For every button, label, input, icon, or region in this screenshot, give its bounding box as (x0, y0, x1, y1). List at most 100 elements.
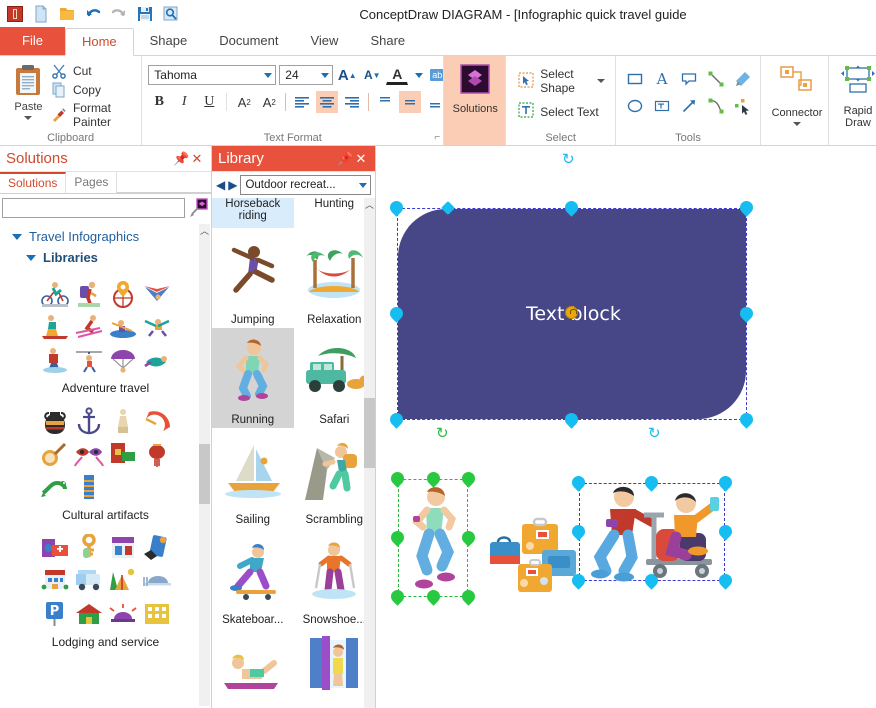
redo-icon[interactable] (110, 5, 128, 23)
menu-tab-share[interactable]: Share (354, 27, 421, 55)
library-panel: Library 📌 ✕ ◀ ▶ Outdoor recreat... Horse… (212, 146, 376, 708)
library-item-sailing[interactable]: Sailing (212, 428, 294, 528)
paste-button[interactable]: Paste (6, 61, 51, 120)
rotate-handle[interactable]: ↻ (648, 426, 661, 441)
tab-pages[interactable]: Pages (66, 172, 118, 193)
superscript-button[interactable]: A2 (233, 91, 255, 113)
line-tool-icon[interactable] (703, 66, 729, 92)
rectangle-tool-icon[interactable] (622, 66, 648, 92)
tab-solutions[interactable]: Solutions (0, 172, 67, 193)
text-tool-icon[interactable]: A (649, 66, 675, 92)
pin-icon[interactable]: 📌 (337, 151, 353, 167)
font-color-button[interactable]: A (386, 65, 409, 85)
arrow-tool-icon[interactable] (676, 93, 702, 119)
connector-button[interactable]: Connector (767, 58, 827, 130)
luggage-image[interactable] (488, 516, 583, 599)
library-item-safari[interactable]: Safari (294, 328, 376, 428)
solutions-button[interactable]: Solutions (444, 56, 507, 145)
library-item-horseback-riding[interactable]: Horseback riding (212, 198, 294, 228)
library-select[interactable]: Outdoor recreat... (240, 175, 371, 195)
chevron-down-icon[interactable] (12, 233, 22, 240)
tree-item-travel-infographics[interactable]: Travel Infographics (0, 226, 211, 247)
menu-tab-home[interactable]: Home (64, 28, 134, 56)
solutions-scrollbar[interactable]: ︿ (199, 224, 210, 706)
select-shape-button[interactable]: Select Shape (518, 67, 605, 95)
menu-tab-file[interactable]: File (0, 27, 65, 55)
align-middle-button[interactable] (399, 91, 422, 113)
copy-button[interactable]: Copy (51, 82, 135, 98)
library-item-solarium[interactable] (294, 628, 376, 704)
undo-icon[interactable] (84, 5, 102, 23)
camper-van-icon (74, 567, 104, 598)
library-item-skateboarding[interactable]: Skateboar... (212, 528, 294, 628)
library-thumbnail-adventure-travel[interactable]: Adventure travel (0, 280, 211, 395)
pin-icon[interactable]: 📌 (173, 151, 189, 167)
solutions-search-input[interactable] (2, 198, 185, 218)
scroll-up-icon[interactable]: ︿ (199, 224, 210, 237)
chevron-down-icon[interactable] (597, 79, 605, 83)
rotate-handle[interactable]: ↻ (562, 152, 575, 167)
align-center-button[interactable] (316, 91, 339, 113)
chevron-down-icon[interactable] (24, 116, 33, 120)
rapid-draw-button[interactable]: Rapid Draw (835, 58, 876, 130)
scrollbar-thumb[interactable] (364, 398, 375, 468)
ellipse-tool-icon[interactable] (622, 93, 648, 119)
library-next-button[interactable]: ▶ (228, 178, 237, 192)
ribbon-group-rapid-draw: Rapid Draw (828, 56, 876, 145)
library-item-sunbathing[interactable] (212, 628, 294, 704)
pen-tool-icon[interactable] (730, 66, 756, 92)
grow-font-button[interactable]: A ▲ (336, 64, 358, 86)
align-top-button[interactable] (374, 91, 396, 113)
chevron-down-icon[interactable] (26, 254, 36, 261)
close-icon[interactable]: ✕ (353, 151, 369, 167)
subscript-button[interactable]: A2 (258, 91, 280, 113)
open-folder-icon[interactable] (58, 5, 76, 23)
scroll-up-icon[interactable]: ︿ (364, 198, 375, 211)
pointer-tool-icon[interactable] (730, 93, 756, 119)
library-item-scrambling[interactable]: Scrambling (294, 428, 376, 528)
app-icon[interactable] (6, 5, 24, 23)
tree-item-libraries[interactable]: Libraries (0, 247, 211, 268)
library-item-relaxation[interactable]: Relaxation (294, 228, 376, 328)
library-thumbnail-lodging-and-service[interactable]: P Lodging and service (0, 533, 211, 649)
scrollbar-thumb[interactable] (199, 444, 210, 504)
textbox-tool-icon[interactable] (649, 93, 675, 119)
cut-button[interactable]: Cut (51, 63, 135, 79)
shrink-font-button[interactable]: A ▼ (361, 64, 383, 86)
font-size-select[interactable]: 24 (279, 65, 334, 85)
library-scrollbar[interactable]: ︿ (364, 198, 375, 708)
font-family-select[interactable]: Tahoma (148, 65, 277, 85)
search-solutions-button[interactable] (187, 197, 209, 219)
menu-tab-document[interactable]: Document (203, 27, 294, 55)
library-item-hunting[interactable]: Hunting (294, 198, 376, 228)
close-icon[interactable]: ✕ (189, 151, 205, 167)
underline-button[interactable]: U (198, 91, 220, 113)
select-text-button[interactable]: Select Text (518, 102, 605, 121)
text-format-dialog-launcher[interactable]: ⌐ (434, 132, 440, 143)
menu-tab-shape[interactable]: Shape (134, 27, 204, 55)
runner-image[interactable] (402, 484, 464, 597)
curve-tool-icon[interactable] (703, 93, 729, 119)
canvas[interactable]: Text block ↻ ↻ ↻ (376, 146, 876, 708)
format-painter-button[interactable]: Format Painter (51, 101, 135, 129)
menu-tab-view[interactable]: View (294, 27, 354, 55)
bold-button[interactable]: B (148, 91, 170, 113)
chevron-down-icon[interactable] (793, 122, 801, 126)
align-left-button[interactable] (291, 91, 313, 113)
luggage-cart-image[interactable] (576, 481, 728, 589)
italic-button[interactable]: I (173, 91, 195, 113)
align-right-button[interactable] (341, 91, 363, 113)
new-document-icon[interactable] (32, 5, 50, 23)
library-thumbnail-cultural-artifacts[interactable]: Cultural artifacts (0, 407, 211, 522)
font-color-dropdown-icon[interactable] (415, 72, 424, 78)
library-prev-button[interactable]: ◀ (216, 178, 225, 192)
rotate-handle[interactable]: ↻ (436, 426, 449, 441)
callout-tool-icon[interactable] (676, 66, 702, 92)
library-item-running[interactable]: Running (212, 328, 294, 428)
preview-icon[interactable] (162, 5, 180, 23)
copy-icon (51, 82, 67, 98)
save-icon[interactable] (136, 5, 154, 23)
solutions-panel-tabs: Solutions Pages (0, 172, 211, 194)
library-item-jumping[interactable]: Jumping (212, 228, 294, 328)
library-item-snowshoeing[interactable]: Snowshoe... (294, 528, 376, 628)
